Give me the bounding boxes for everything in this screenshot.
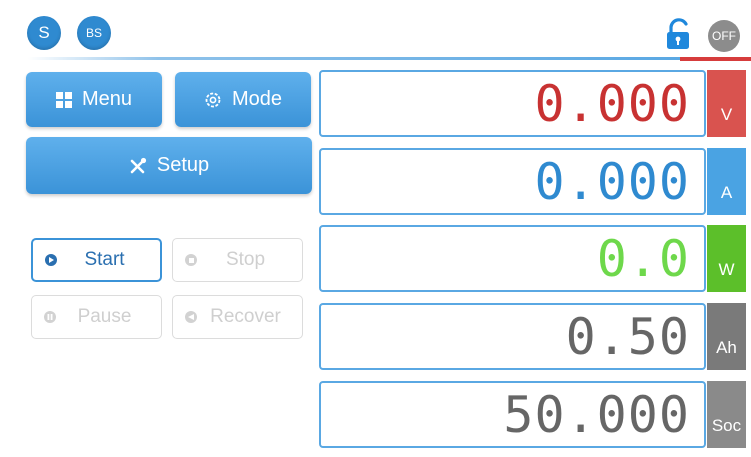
soc-readout: 50.000	[319, 381, 706, 448]
unlock-icon[interactable]	[665, 18, 693, 50]
power-off-indicator[interactable]: OFF	[708, 20, 740, 52]
start-button[interactable]: Start	[31, 238, 162, 282]
status-bar: S BS OFF	[0, 0, 751, 60]
play-icon	[45, 254, 57, 266]
capacity-value: 0.50	[565, 307, 690, 366]
current-unit: A	[707, 148, 746, 215]
header-divider-accent	[680, 57, 751, 61]
recover-icon	[185, 311, 197, 323]
pause-label: Pause	[77, 306, 132, 327]
voltage-value: 0.000	[534, 74, 690, 133]
setup-label: Setup	[156, 154, 210, 176]
mode-button[interactable]: Mode	[175, 72, 311, 127]
bs-badge[interactable]: BS	[77, 16, 111, 50]
wrench-icon	[129, 157, 147, 175]
power-value: 0.0	[596, 229, 690, 288]
current-value: 0.000	[534, 152, 690, 211]
recover-button[interactable]: Recover	[172, 295, 303, 339]
setup-button[interactable]: Setup	[26, 137, 312, 194]
soc-unit: Soc	[707, 381, 746, 448]
voltage-unit: V	[707, 70, 746, 137]
soc-value: 50.000	[503, 385, 690, 444]
stop-button[interactable]: Stop	[172, 238, 303, 282]
recover-label: Recover	[210, 306, 281, 327]
voltage-readout: 0.000	[319, 70, 706, 137]
capacity-unit: Ah	[707, 303, 746, 370]
gear-icon	[204, 91, 222, 109]
pause-icon	[44, 311, 56, 323]
start-label: Start	[84, 249, 125, 270]
stop-icon	[185, 254, 197, 266]
header-divider	[28, 57, 680, 60]
current-readout: 0.000	[319, 148, 706, 215]
mode-label: Mode	[231, 88, 283, 110]
stop-label: Stop	[225, 249, 266, 270]
pause-button[interactable]: Pause	[31, 295, 162, 339]
s-badge[interactable]: S	[27, 16, 61, 50]
capacity-readout: 0.50	[319, 303, 706, 370]
power-unit: W	[707, 225, 746, 292]
menu-label: Menu	[81, 88, 133, 110]
power-readout: 0.0	[319, 225, 706, 292]
menu-button[interactable]: Menu	[26, 72, 162, 127]
grid-icon	[55, 91, 72, 108]
